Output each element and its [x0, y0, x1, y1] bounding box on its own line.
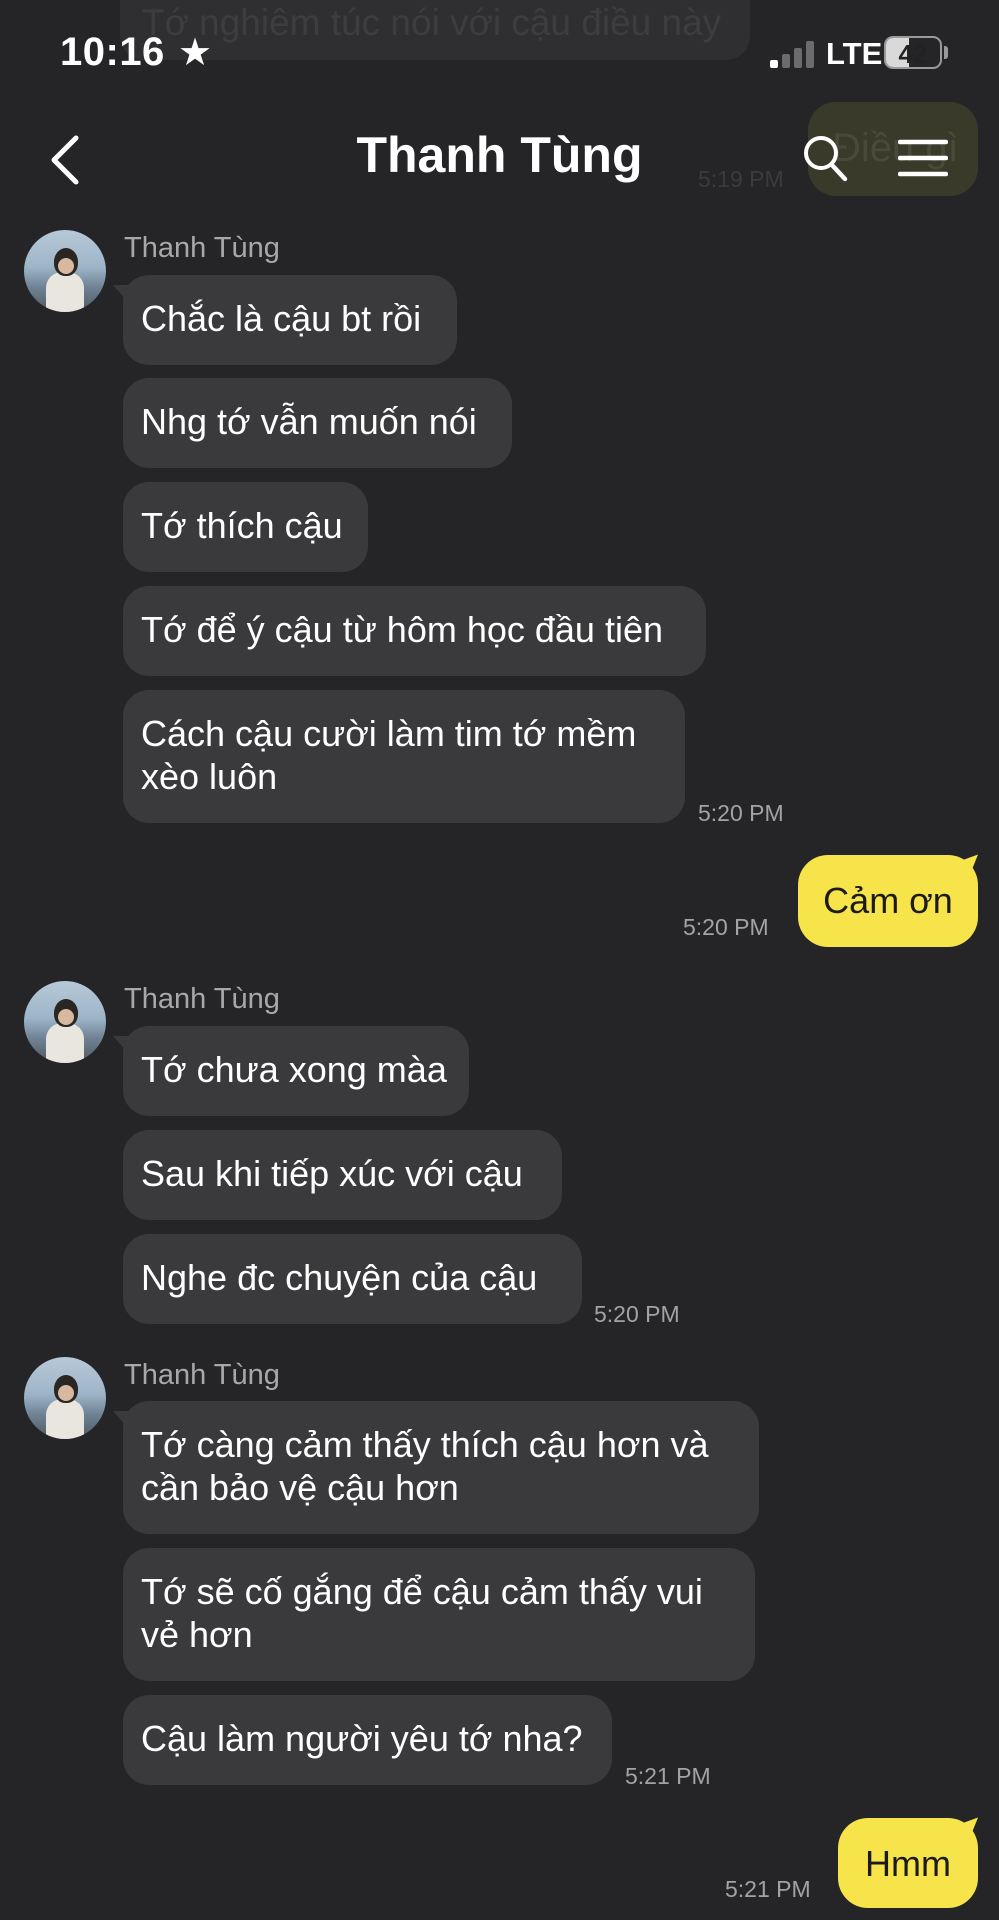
avatar[interactable] [24, 230, 106, 312]
outgoing-message[interactable]: Hmm [838, 1818, 978, 1908]
incoming-message[interactable]: Nghe đc chuyện của cậu [123, 1234, 582, 1324]
incoming-message[interactable]: Chắc là cậu bt rồi [113, 275, 457, 365]
incoming-message[interactable]: Tớ chưa xong màa [113, 1026, 469, 1116]
incoming-message[interactable]: Tớ càng cảm thấy thích cậu hơn và cần bả… [113, 1401, 759, 1534]
incoming-message[interactable]: Tớ sẽ cố gắng để cậu cảm thấy vui vẻ hơn [123, 1548, 755, 1681]
incoming-message[interactable]: Tớ thích cậu [123, 482, 368, 572]
incoming-message[interactable]: Nhg tớ vẫn muốn nói [123, 378, 512, 468]
message-timestamp: 5:21 PM [725, 1876, 811, 1902]
message-timestamp: 5:20 PM [698, 800, 784, 826]
message-timestamp: 5:21 PM [625, 1763, 711, 1789]
avatar[interactable] [24, 1357, 106, 1439]
message-timestamp: 5:20 PM [683, 914, 769, 940]
outgoing-message[interactable]: Cảm ơn [798, 855, 978, 947]
incoming-message[interactable]: Cậu làm người yêu tớ nha? [123, 1695, 612, 1785]
sender-name: Thanh Tùng [124, 1359, 280, 1391]
message-timestamp: 5:20 PM [594, 1301, 680, 1327]
incoming-message[interactable]: Sau khi tiếp xúc với cậu [123, 1130, 562, 1220]
avatar[interactable] [24, 981, 106, 1063]
sender-name: Thanh Tùng [124, 232, 280, 264]
incoming-message[interactable]: Tớ để ý cậu từ hôm học đầu tiên [123, 586, 706, 676]
message-list[interactable]: Thanh Tùng Chắc là cậu bt rồi Nhg tớ vẫn… [0, 0, 999, 1920]
incoming-message[interactable]: Cách cậu cười làm tim tớ mềm xèo luôn [123, 690, 685, 823]
sender-name: Thanh Tùng [124, 983, 280, 1015]
